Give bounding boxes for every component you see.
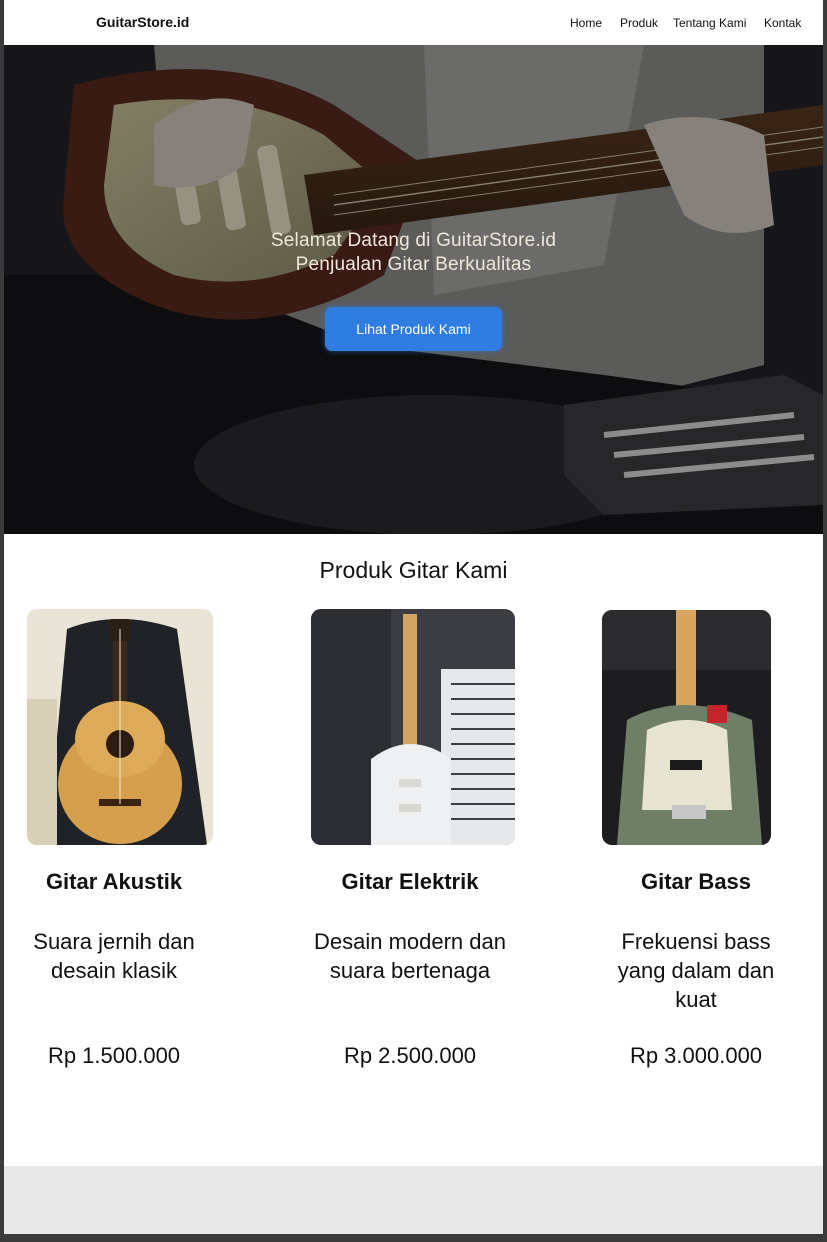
- hero-overlay: [4, 45, 823, 534]
- products-section-title: Produk Gitar Kami: [319, 557, 508, 583]
- nav-link-produk[interactable]: Produk: [620, 16, 658, 30]
- nav-link-kontak[interactable]: Kontak: [764, 16, 801, 30]
- product-price: Rp 2.500.000: [343, 1043, 477, 1068]
- navbar: GuitarStore.id Home Produk Tentang Kami …: [4, 0, 823, 45]
- electric-guitar-image[interactable]: [311, 609, 515, 845]
- product-description: Desain modern dan suara bertenaga: [313, 929, 506, 983]
- hero-subheading: Penjualan Gitar Berkualitas: [295, 254, 532, 275]
- product-name: Gitar Elektrik: [341, 869, 479, 894]
- product-description: Frekuensi bass yang dalam dan kuat: [617, 929, 775, 1012]
- view-products-button[interactable]: Lihat Produk Kami: [325, 307, 502, 351]
- page: GuitarStore.id Home Produk Tentang Kami …: [4, 0, 823, 1234]
- bass-guitar-image[interactable]: [602, 610, 771, 845]
- hero-section: Selamat Datang di GuitarStore.id Penjual…: [4, 45, 823, 534]
- product-name: Gitar Akustik: [45, 869, 183, 894]
- nav-link-home[interactable]: Home: [570, 16, 602, 30]
- nav-link-tentang-kami[interactable]: Tentang Kami: [673, 16, 746, 30]
- footer: [4, 1166, 823, 1234]
- acoustic-guitar-image[interactable]: [27, 609, 213, 845]
- product-description: Suara jernih dan desain klasik: [33, 929, 195, 983]
- product-price: Rp 1.500.000: [47, 1043, 181, 1068]
- hero-heading: Selamat Datang di GuitarStore.id: [270, 230, 557, 251]
- brand-logo[interactable]: GuitarStore.id: [96, 14, 189, 30]
- product-price: Rp 3.000.000: [629, 1043, 763, 1068]
- product-name: Gitar Bass: [640, 869, 752, 894]
